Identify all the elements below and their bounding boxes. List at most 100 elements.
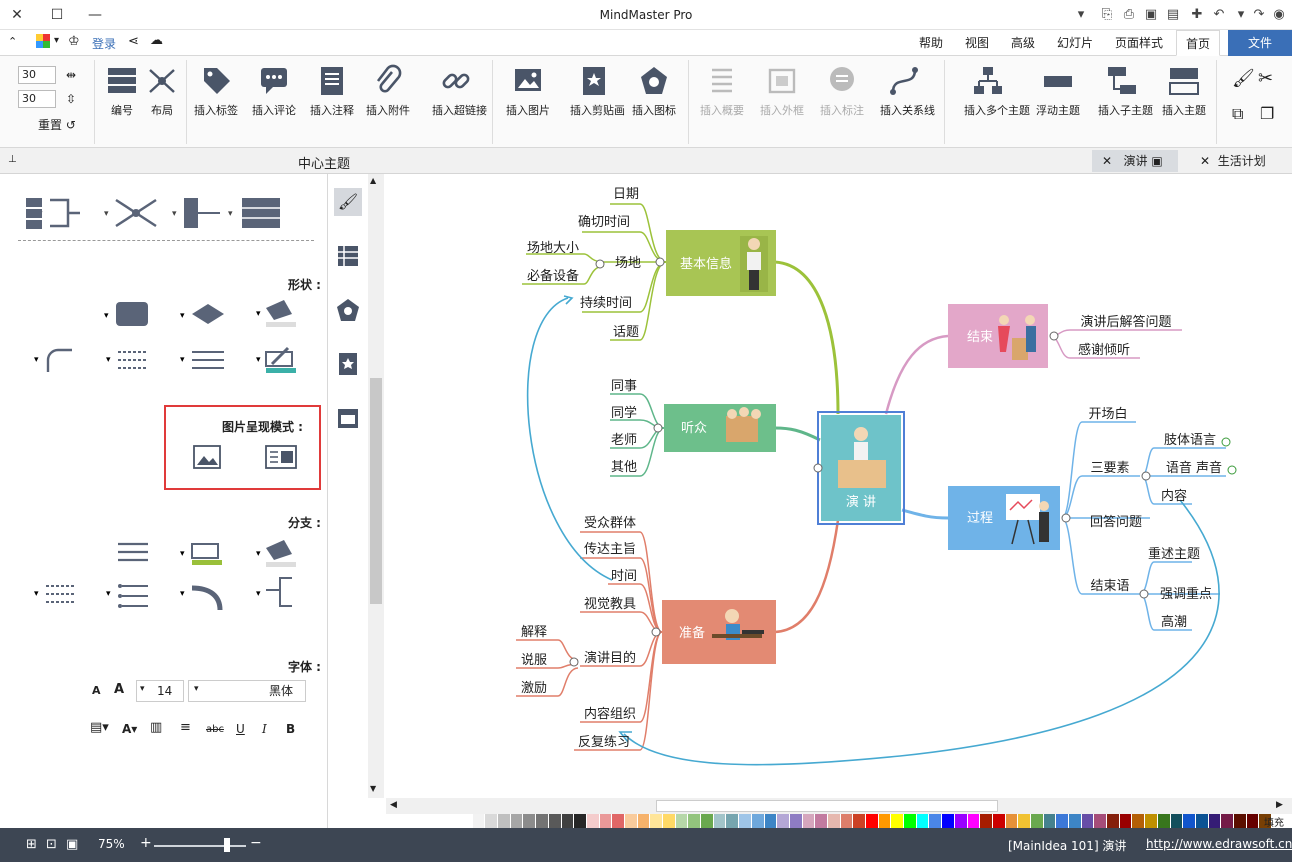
palette-swatch[interactable] bbox=[510, 814, 524, 828]
palette-swatch[interactable] bbox=[853, 814, 866, 828]
palette-swatch[interactable] bbox=[904, 814, 917, 828]
undo-icon[interactable]: ↶ bbox=[1210, 6, 1228, 24]
login-link[interactable]: 登录 bbox=[92, 35, 116, 52]
zoom-slider-thumb[interactable] bbox=[224, 838, 230, 852]
palette-swatch[interactable] bbox=[891, 814, 905, 828]
tab-home[interactable]: 首页 bbox=[1176, 30, 1221, 56]
text-highlight-icon[interactable]: ▥ bbox=[150, 720, 162, 735]
palette-swatch[interactable] bbox=[586, 814, 600, 828]
export-icon[interactable]: ⎘ bbox=[1098, 6, 1116, 24]
palette-swatch[interactable] bbox=[1069, 814, 1082, 828]
font-family-select[interactable]: 黑体 bbox=[188, 680, 306, 702]
undo-dropdown-icon[interactable]: ▾ bbox=[1232, 6, 1250, 24]
font-family-dropdown-icon[interactable]: ▾ bbox=[194, 684, 199, 694]
palette-swatch[interactable] bbox=[739, 814, 752, 828]
palette-swatch[interactable] bbox=[726, 814, 740, 828]
palette-swatch[interactable] bbox=[612, 814, 625, 828]
insert-comment-button[interactable]: 插入评论 bbox=[250, 64, 298, 118]
palette-swatch[interactable] bbox=[878, 814, 892, 828]
palette-swatch[interactable] bbox=[1056, 814, 1069, 828]
palette-swatch[interactable] bbox=[1119, 814, 1133, 828]
format-tab-icon[interactable]: 🖌 bbox=[334, 188, 362, 216]
print-icon[interactable]: ⎙ bbox=[1120, 6, 1138, 24]
layout-presets[interactable]: ▾ ▾ ▾ ▾ bbox=[20, 192, 320, 232]
palette-swatch[interactable] bbox=[637, 814, 651, 828]
minimize-icon[interactable]: — bbox=[84, 4, 106, 26]
doc-tab-speech[interactable]: ✕ 演讲 ▣ bbox=[1092, 150, 1178, 172]
color-palette[interactable] bbox=[460, 814, 1272, 828]
palette-swatch[interactable] bbox=[929, 814, 943, 828]
insert-icon-button[interactable]: 插入图标 bbox=[630, 64, 678, 118]
palette-swatch[interactable] bbox=[1208, 814, 1222, 828]
open-icon[interactable]: ▤ bbox=[1164, 6, 1182, 24]
palette-swatch[interactable] bbox=[1221, 814, 1234, 828]
fit-page-icon[interactable]: ⊞ bbox=[26, 837, 37, 852]
cut-icon[interactable]: ✂ bbox=[1258, 68, 1273, 89]
scroll-down-icon[interactable]: ▼ bbox=[370, 784, 376, 793]
palette-swatch[interactable] bbox=[916, 814, 930, 828]
palette-swatch[interactable] bbox=[840, 814, 854, 828]
palette-swatch[interactable] bbox=[498, 814, 511, 828]
topic-end[interactable]: 结束 bbox=[948, 304, 1048, 368]
full-screen-icon[interactable]: ⊡ bbox=[46, 837, 57, 852]
palette-swatch[interactable] bbox=[1195, 814, 1209, 828]
icon-tab-icon[interactable] bbox=[334, 296, 362, 324]
bold-icon[interactable]: B bbox=[286, 722, 295, 736]
text-box-icon[interactable]: ▤▾ bbox=[90, 720, 109, 735]
mindmap-canvas[interactable]: 基本信息 听众 准备 结束 过程 演 讲 日期 确切时间 场地 持续时间 话题 … bbox=[386, 174, 1292, 798]
theme-dropdown-icon[interactable]: ▾ bbox=[54, 35, 59, 46]
panel-scroll-thumb[interactable] bbox=[370, 378, 382, 604]
paste-icon[interactable]: ⧉ bbox=[1232, 104, 1243, 124]
palette-swatch[interactable] bbox=[764, 814, 778, 828]
layout-button[interactable]: 布局 bbox=[138, 64, 186, 118]
palette-swatch[interactable] bbox=[815, 814, 828, 828]
palette-swatch[interactable] bbox=[650, 814, 663, 828]
italic-icon[interactable]: I bbox=[262, 722, 267, 736]
topic-audience[interactable]: 听众 bbox=[664, 404, 776, 452]
branch-tools[interactable]: ▾ ▾ ▾ ▾ ▾ ▾ bbox=[30, 534, 310, 614]
shape-tools[interactable]: ▾ ▾ ▾ ▾ ▾ ▾ ▾ bbox=[30, 294, 310, 384]
topic-prepare[interactable]: 准备 bbox=[662, 600, 776, 664]
insert-multiple-topics-button[interactable]: 插入多个主题 bbox=[964, 64, 1030, 118]
font-size-dropdown-icon[interactable]: ▾ bbox=[140, 684, 145, 694]
topic-basic-info[interactable]: 基本信息 bbox=[666, 230, 776, 296]
palette-swatch[interactable] bbox=[980, 814, 993, 828]
palette-swatch[interactable] bbox=[1246, 814, 1260, 828]
insert-image-button[interactable]: 插入图片 bbox=[504, 64, 552, 118]
palette-swatch[interactable] bbox=[967, 814, 981, 828]
theme-icon[interactable] bbox=[36, 34, 50, 48]
palette-swatch[interactable] bbox=[992, 814, 1006, 828]
font-color-icon[interactable]: A▾ bbox=[122, 722, 137, 736]
palette-swatch[interactable] bbox=[675, 814, 689, 828]
palette-swatch[interactable] bbox=[1170, 814, 1184, 828]
floating-topic-button[interactable]: 浮动主题 bbox=[1034, 64, 1082, 118]
doc-tab-life-plan[interactable]: ✕ 生活计划 ▣ bbox=[1190, 150, 1290, 190]
palette-swatch[interactable] bbox=[713, 814, 727, 828]
palette-swatch[interactable] bbox=[751, 814, 765, 828]
palette-swatch[interactable] bbox=[789, 814, 803, 828]
palette-swatch[interactable] bbox=[827, 814, 841, 828]
insert-summary-button[interactable]: 插入概要 bbox=[698, 64, 746, 118]
insert-callout-button[interactable]: 插入标注 bbox=[818, 64, 866, 118]
tab-slides[interactable]: 幻灯片 bbox=[1048, 30, 1102, 56]
strikethrough-icon[interactable]: abc bbox=[206, 724, 224, 735]
tab-file[interactable]: 文件 bbox=[1228, 30, 1292, 56]
insert-relationship-button[interactable]: 插入关系线 bbox=[880, 64, 935, 118]
website-link[interactable]: http://www.edrawsoft.cn bbox=[1146, 837, 1292, 851]
palette-swatch[interactable] bbox=[460, 814, 473, 828]
save-icon[interactable]: ▣ bbox=[1142, 6, 1160, 24]
shirt-icon[interactable]: ♔ bbox=[68, 34, 80, 49]
clipart-tab-icon[interactable] bbox=[334, 350, 362, 378]
canvas-horizontal-scrollbar[interactable]: ◀ ▶ bbox=[386, 798, 1292, 814]
fit-width-icon[interactable]: ▣ bbox=[66, 837, 78, 852]
spin-height[interactable]: 30 bbox=[18, 90, 56, 108]
palette-swatch[interactable] bbox=[1094, 814, 1108, 828]
redo-icon[interactable]: ↷ bbox=[1250, 6, 1268, 24]
canvas-scroll-thumb[interactable] bbox=[656, 800, 998, 812]
palette-swatch[interactable] bbox=[1157, 814, 1171, 828]
palette-swatch[interactable] bbox=[599, 814, 613, 828]
customize-icon[interactable]: ▾ bbox=[1072, 6, 1090, 24]
palette-swatch[interactable] bbox=[663, 814, 676, 828]
palette-swatch[interactable] bbox=[574, 814, 587, 828]
insert-boundary-button[interactable]: 插入外框 bbox=[758, 64, 806, 118]
